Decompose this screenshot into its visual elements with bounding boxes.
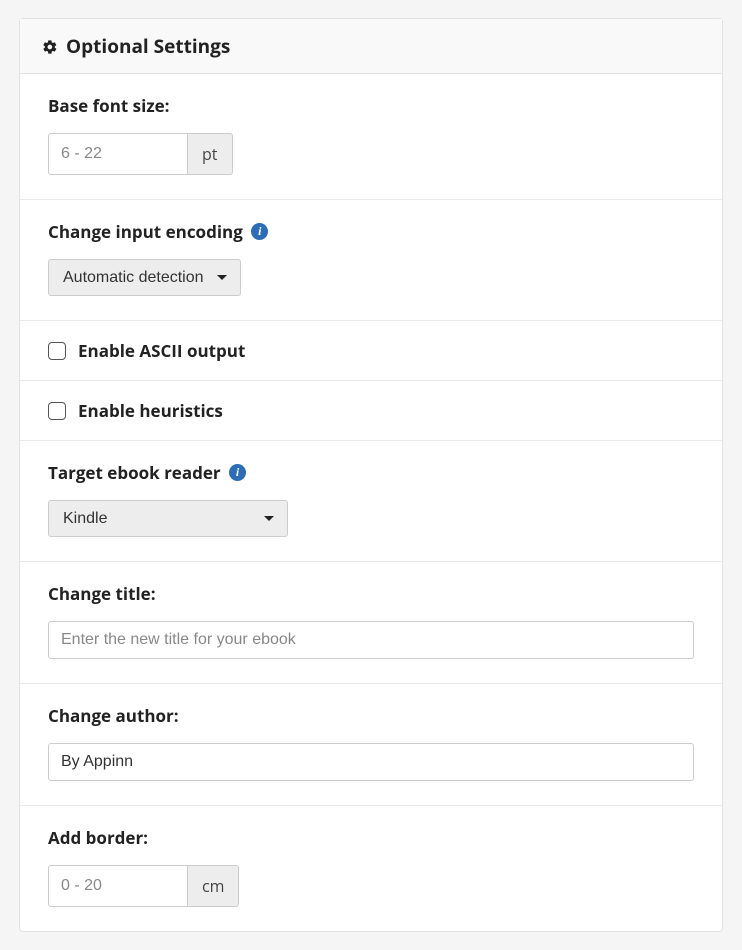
font-size-label: Base font size: xyxy=(48,94,694,117)
target-reader-label: Target ebook reader xyxy=(48,461,694,484)
font-size-input-group: pt xyxy=(48,133,233,175)
border-label: Add border: xyxy=(48,826,694,849)
info-icon[interactable] xyxy=(251,223,268,240)
info-icon[interactable] xyxy=(229,464,246,481)
author-input[interactable] xyxy=(48,743,694,781)
heuristics-checkbox[interactable] xyxy=(48,402,66,420)
title-input[interactable] xyxy=(48,621,694,659)
optional-settings-card: Optional Settings Base font size: pt Cha… xyxy=(19,18,723,932)
section-heuristics: Enable heuristics xyxy=(20,381,722,441)
border-input[interactable] xyxy=(48,865,188,907)
font-size-unit: pt xyxy=(188,133,233,175)
section-encoding: Change input encoding Automatic detectio… xyxy=(20,200,722,321)
ascii-label: Enable ASCII output xyxy=(78,339,245,362)
encoding-label-text: Change input encoding xyxy=(48,220,243,243)
section-ascii: Enable ASCII output xyxy=(20,321,722,381)
encoding-label: Change input encoding xyxy=(48,220,694,243)
section-border: Add border: cm xyxy=(20,806,722,931)
target-reader-select[interactable]: Kindle xyxy=(48,500,288,537)
border-unit: cm xyxy=(188,865,239,907)
ascii-check-row: Enable ASCII output xyxy=(48,339,694,362)
author-label: Change author: xyxy=(48,704,694,727)
card-header-title: Optional Settings xyxy=(66,33,230,59)
border-input-group: cm xyxy=(48,865,239,907)
encoding-select[interactable]: Automatic detection xyxy=(48,259,241,296)
title-label: Change title: xyxy=(48,582,694,605)
card-header: Optional Settings xyxy=(20,19,722,74)
section-target-reader: Target ebook reader Kindle xyxy=(20,441,722,562)
font-size-input[interactable] xyxy=(48,133,188,175)
target-reader-label-text: Target ebook reader xyxy=(48,461,221,484)
heuristics-check-row: Enable heuristics xyxy=(48,399,694,422)
ascii-checkbox[interactable] xyxy=(48,342,66,360)
section-title: Change title: xyxy=(20,562,722,684)
section-font-size: Base font size: pt xyxy=(20,74,722,200)
section-author: Change author: xyxy=(20,684,722,806)
heuristics-label: Enable heuristics xyxy=(78,399,223,422)
gear-icon xyxy=(42,38,58,54)
